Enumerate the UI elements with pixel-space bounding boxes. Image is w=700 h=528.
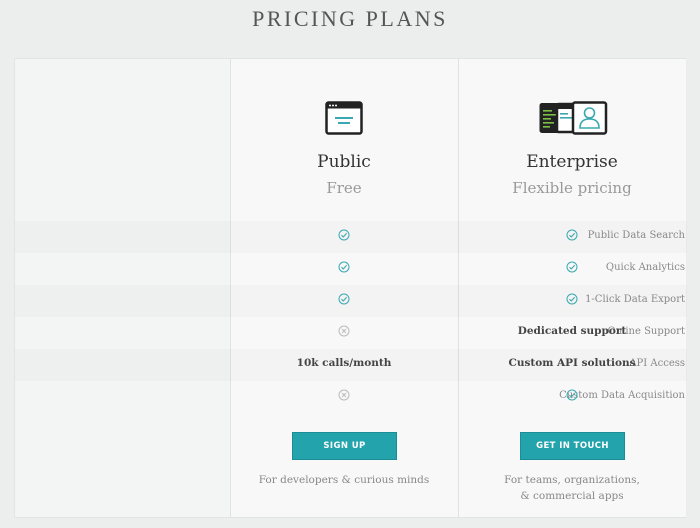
feature-cell-text: Dedicated support [517, 325, 627, 337]
plan-tagline-enterprise-line1: For teams, organizations, [504, 474, 640, 486]
feature-cell [230, 229, 458, 244]
feature-cell [458, 261, 686, 276]
pricing-table: Public Free Enterprise Flexible pricing … [14, 58, 686, 518]
feature-cell [230, 389, 458, 404]
feature-cell [230, 325, 458, 340]
feature-cell-text: Custom API solutions [508, 357, 636, 369]
sign-up-button[interactable]: SIGN UP [292, 432, 397, 460]
plan-name-enterprise: Enterprise [526, 152, 618, 172]
feature-cell [230, 293, 458, 308]
feature-cell [458, 293, 686, 308]
check-icon [338, 261, 350, 273]
page-title: PRICING PLANS [252, 6, 448, 31]
plan-tagline-enterprise-line2: & commercial apps [520, 490, 624, 502]
check-icon [566, 293, 578, 305]
check-icon [338, 293, 350, 305]
check-icon [566, 229, 578, 241]
feature-cell [458, 229, 686, 244]
plan-price-public: Free [326, 179, 362, 197]
check-icon [566, 389, 578, 401]
browser-window-icon [325, 101, 363, 135]
check-icon [566, 261, 578, 273]
cross-icon [338, 389, 350, 401]
plan-price-enterprise: Flexible pricing [512, 179, 632, 197]
feature-cell-text: 10k calls/month [296, 357, 392, 369]
cross-icon [338, 325, 350, 337]
plan-name-public: Public [317, 152, 371, 172]
feature-cell [458, 389, 686, 404]
feature-cell [230, 261, 458, 276]
plan-tagline-public: For developers & curious minds [258, 474, 430, 486]
multi-window-user-icon [539, 101, 608, 135]
get-in-touch-button[interactable]: GET IN TOUCH [520, 432, 625, 460]
check-icon [338, 229, 350, 241]
